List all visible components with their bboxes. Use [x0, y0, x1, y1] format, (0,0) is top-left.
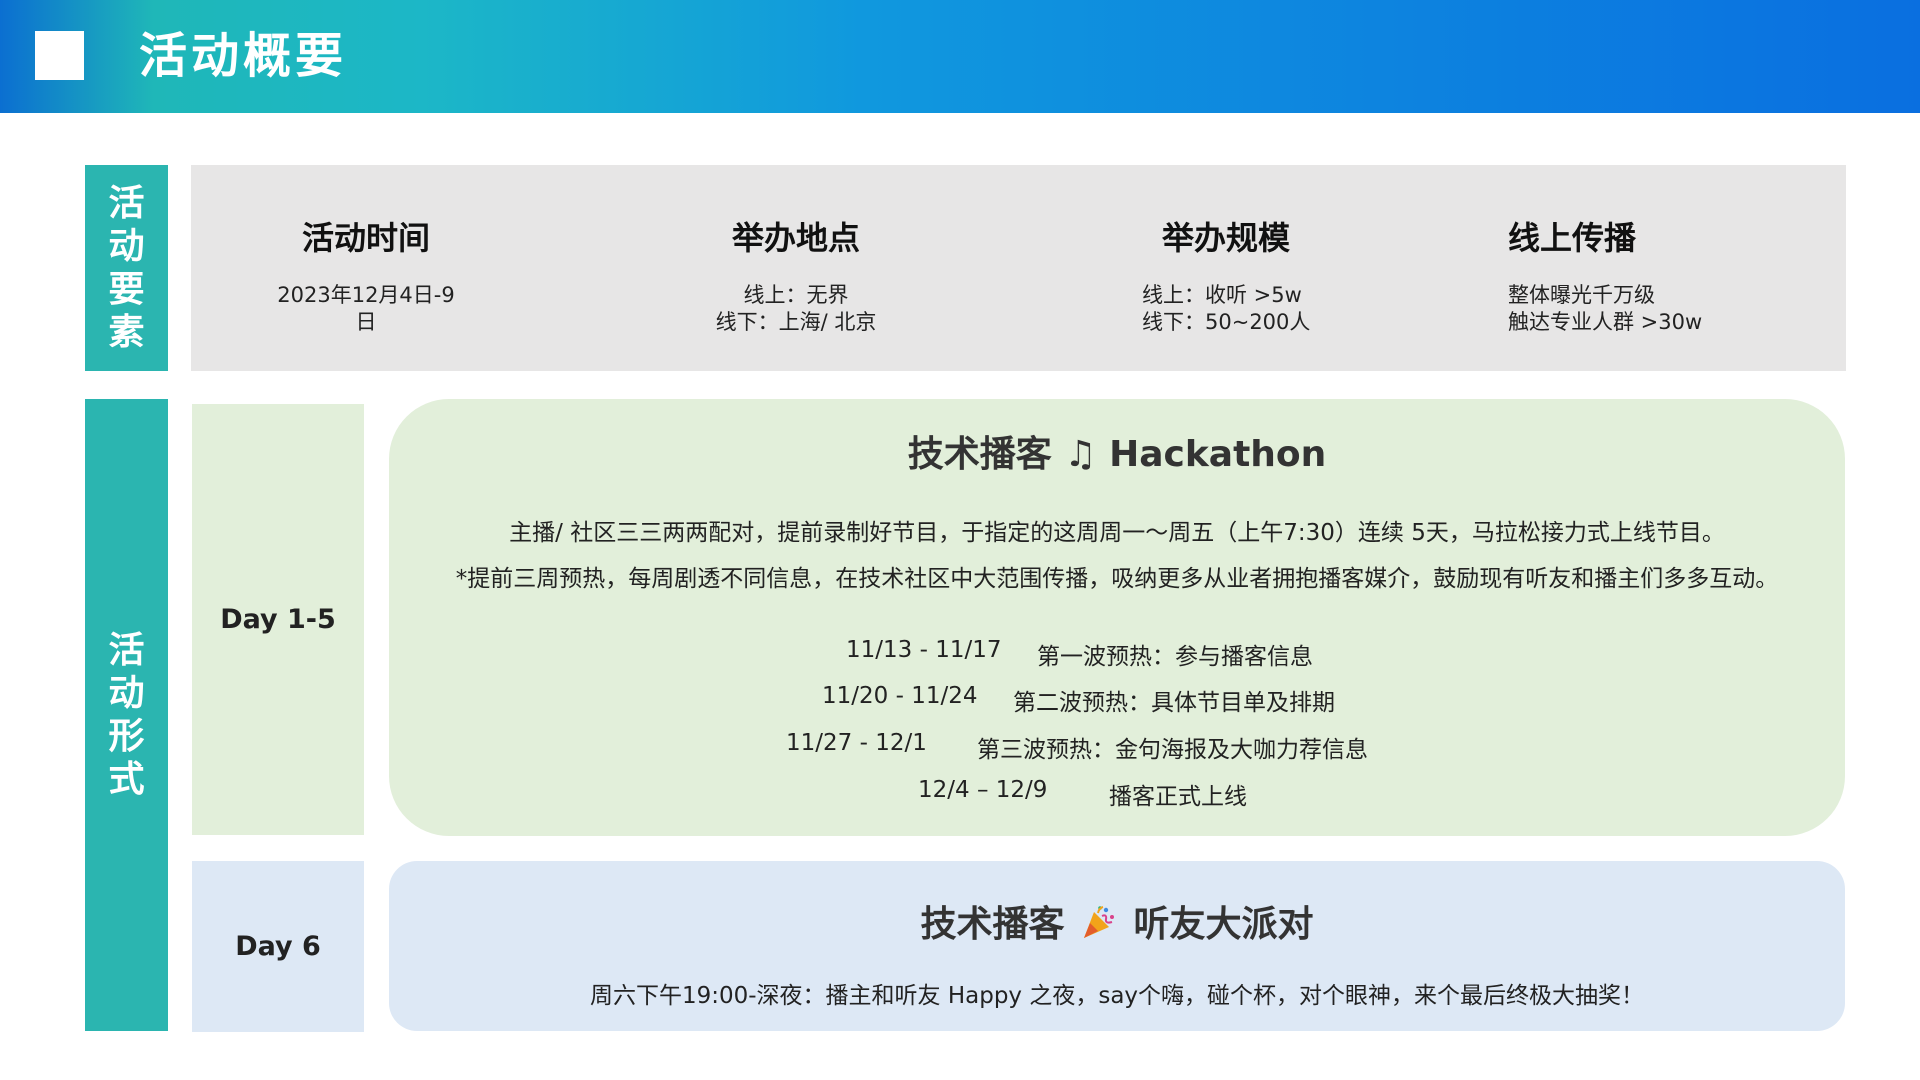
- music-note-icon: ♫: [1064, 434, 1097, 475]
- schedule-desc: 播客正式上线: [1109, 784, 1247, 810]
- side-label-format-text: 活动形式: [108, 630, 145, 800]
- schedule-row: 11/27 - 12/1 第三波预热：金句海报及大咖力荐信息: [389, 730, 1845, 763]
- schedule-desc: 第一波预热：参与播客信息: [1037, 644, 1313, 670]
- header-square-icon: [35, 31, 84, 80]
- schedule-date: 11/27 - 12/1: [786, 730, 927, 756]
- day-1-5-label-box: Day 1-5: [192, 404, 364, 835]
- hackathon-desc-2: *提前三周预热，每周剧透不同信息，在技术社区中大范围传播，吸纳更多从业者拥抱播客…: [455, 566, 1779, 592]
- schedule-date: 12/4 – 12/9: [918, 777, 1048, 803]
- element-scale-body: 线上：收听 >5w 线下：50~200人: [1142, 282, 1351, 336]
- party-title-pre: 技术播客: [920, 904, 1065, 945]
- element-online: 线上传播 整体曝光千万级 触达专业人群 >30w: [1496, 165, 1746, 371]
- day-6-label-box: Day 6: [192, 861, 364, 1032]
- header-banner: 活动概要: [0, 0, 1920, 113]
- party-card: 技术播客 听友大派对 周六下午19:00-深夜：播主和听友 Happy 之夜，s…: [389, 861, 1845, 1031]
- element-time-line: 日: [355, 310, 377, 334]
- side-label-format: 活动形式: [85, 399, 168, 1031]
- schedule-row: 12/4 – 12/9 播客正式上线: [389, 777, 1845, 810]
- element-scale-title: 举办规模: [1161, 219, 1290, 257]
- hackathon-card: 技术播客 ♫ Hackathon 主播/ 社区三三两两配对，提前录制好节目，于指…: [389, 399, 1845, 836]
- schedule-desc: 第三波预热：金句海报及大咖力荐信息: [977, 737, 1368, 763]
- schedule-row: 11/13 - 11/17 第一波预热：参与播客信息: [389, 637, 1845, 670]
- element-time-line: 2023年12月4日-9: [277, 283, 455, 307]
- schedule-date: 11/13 - 11/17: [846, 637, 1002, 663]
- element-online-body: 整体曝光千万级 触达专业人群 >30w: [1508, 282, 1746, 336]
- element-location-title: 举办地点: [731, 219, 860, 257]
- hackathon-title-post: Hackathon: [1109, 434, 1327, 475]
- schedule-row: 11/20 - 11/24 第二波预热：具体节目单及排期: [389, 683, 1845, 716]
- element-time-title: 活动时间: [301, 219, 430, 257]
- element-location-line: 线下：上海/ 北京: [715, 310, 877, 334]
- schedule-desc: 第二波预热：具体节目单及排期: [1013, 690, 1335, 716]
- party-desc: 周六下午19:00-深夜：播主和听友 Happy 之夜，say个嗨，碰个杯，对个…: [589, 983, 1645, 1009]
- side-label-elements: 活动要素: [85, 165, 168, 371]
- page-title: 活动概要: [139, 28, 348, 84]
- element-location-line: 线上：无界: [743, 283, 849, 307]
- day-1-5-label: Day 1-5: [220, 604, 336, 635]
- element-time: 活动时间 2023年12月4日-9 日: [241, 165, 491, 371]
- hackathon-title: 技术播客 ♫ Hackathon: [389, 425, 1845, 477]
- element-location: 举办地点 线上：无界 线下：上海/ 北京: [671, 165, 921, 371]
- elements-panel: 活动时间 2023年12月4日-9 日 举办地点 线上：无界 线下：上海/ 北京…: [191, 165, 1846, 371]
- day-6-label: Day 6: [235, 931, 321, 962]
- element-scale-line: 线上：收听 >5w: [1142, 283, 1302, 307]
- element-online-title: 线上传播: [1508, 219, 1637, 257]
- party-popper-icon: [1084, 906, 1114, 938]
- schedule-date: 11/20 - 11/24: [822, 683, 978, 709]
- hackathon-desc-1: 主播/ 社区三三两两配对，提前录制好节目，于指定的这周周一～周五（上午7:30）…: [509, 520, 1725, 546]
- element-scale: 举办规模 线上：收听 >5w 线下：50~200人: [1101, 165, 1351, 371]
- element-online-line: 触达专业人群 >30w: [1508, 310, 1703, 334]
- element-scale-line: 线下：50~200人: [1142, 310, 1311, 334]
- party-title: 技术播客 听友大派对: [389, 895, 1845, 947]
- element-online-line: 整体曝光千万级: [1508, 283, 1655, 307]
- party-title-post: 听友大派对: [1133, 904, 1314, 945]
- hackathon-title-pre: 技术播客: [907, 434, 1052, 475]
- element-time-body: 2023年12月4日-9 日: [241, 282, 491, 336]
- element-location-body: 线上：无界 线下：上海/ 北京: [671, 282, 921, 336]
- side-label-elements-text: 活动要素: [108, 183, 145, 353]
